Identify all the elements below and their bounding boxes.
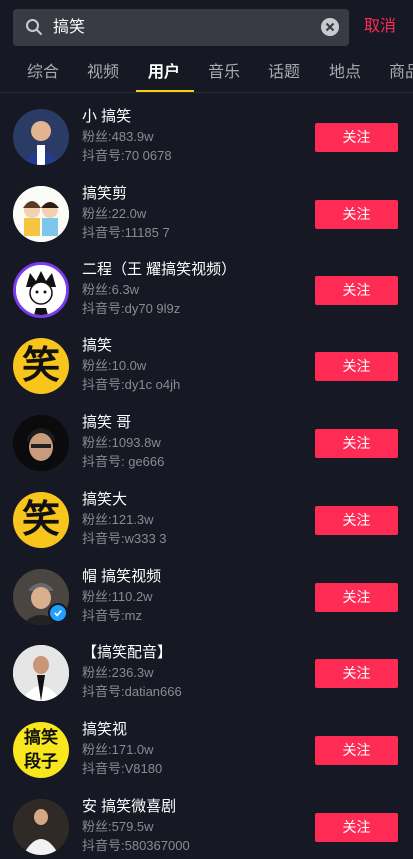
follow-button[interactable]: 关注 xyxy=(315,583,398,612)
user-douyin-id: 抖音号:V8180 xyxy=(82,761,163,776)
avatar-image xyxy=(16,265,66,315)
user-name: 搞笑 哥 xyxy=(82,414,132,431)
user-douyin-id: 抖音号:datian666 xyxy=(82,684,182,699)
tab-products[interactable]: 商品 xyxy=(389,63,413,83)
user-douyin-id: 抖音号:dy1c o4jh xyxy=(82,377,181,392)
category-tabs: 综合 视频 用户 音乐 话题 地点 商品 xyxy=(0,55,413,93)
tab-places[interactable]: 地点 xyxy=(329,63,361,83)
user-row[interactable]: 二程（王 耀搞笑视频） 粉丝:6.3w 抖音号:dy70 9l9z 关注 xyxy=(0,246,413,322)
user-name: 二程（王 耀搞笑视频） xyxy=(82,261,237,278)
tab-topics[interactable]: 话题 xyxy=(268,63,300,83)
user-name: 搞笑视 xyxy=(82,721,128,738)
avatar-image xyxy=(13,109,69,165)
user-fans: 粉丝:110.2w xyxy=(82,589,153,604)
user-row[interactable]: 笑 搞笑大 粉丝:121.3w 抖音号:w333 3 关注 xyxy=(0,476,413,552)
user-fans: 粉丝:483.9w xyxy=(82,129,154,144)
avatar xyxy=(13,799,69,855)
avatar-image xyxy=(13,645,69,701)
user-fans: 粉丝:121.3w xyxy=(82,512,154,527)
user-row[interactable]: 小 搞笑 粉丝:483.9w 抖音号:70 0678 关注 xyxy=(0,93,413,169)
avatar-text: 笑 xyxy=(21,499,60,541)
user-row[interactable]: 搞笑 段子 搞笑视 粉丝:171.0w 抖音号:V8180 关注 xyxy=(0,706,413,782)
user-douyin-id: 抖音号:mz xyxy=(82,608,142,623)
user-name: 帽 搞笑视频 xyxy=(82,568,162,585)
user-name: 搞笑剪 xyxy=(82,185,128,202)
avatar xyxy=(13,109,69,165)
user-douyin-id: 抖音号:w333 3 xyxy=(82,531,167,546)
avatar xyxy=(13,262,69,318)
user-douyin-id: 抖音号:dy70 9l9z xyxy=(82,301,181,316)
clear-icon[interactable] xyxy=(321,18,339,36)
follow-button[interactable]: 关注 xyxy=(315,123,398,152)
avatar-image xyxy=(13,415,69,471)
follow-button[interactable]: 关注 xyxy=(315,659,398,688)
avatar: 搞笑 段子 xyxy=(13,722,69,778)
user-douyin-id: 抖音号: ge666 xyxy=(82,454,165,469)
avatar-text-line1: 搞笑 xyxy=(24,728,58,747)
user-row[interactable]: 帽 搞笑视频 粉丝:110.2w 抖音号:mz 关注 xyxy=(0,553,413,629)
cancel-button[interactable]: 取消 xyxy=(364,17,396,37)
user-fans: 粉丝:236.3w xyxy=(82,665,154,680)
user-fans: 粉丝:10.0w xyxy=(82,358,147,373)
search-icon xyxy=(26,19,42,35)
user-douyin-id: 抖音号:11185 7 xyxy=(82,225,170,240)
avatar-text: 搞笑 段子 xyxy=(13,722,69,778)
avatar-text: 笑 xyxy=(21,345,60,387)
user-fans: 粉丝:22.0w xyxy=(82,206,147,221)
follow-button[interactable]: 关注 xyxy=(315,506,398,535)
user-row[interactable]: 笑 搞笑 粉丝:10.0w 抖音号:dy1c o4jh 关注 xyxy=(0,322,413,398)
avatar: 笑 xyxy=(13,492,69,548)
follow-button[interactable]: 关注 xyxy=(315,352,398,381)
follow-button[interactable]: 关注 xyxy=(315,736,398,765)
search-bar[interactable]: 搞笑 xyxy=(13,9,349,46)
avatar-image xyxy=(13,186,69,242)
user-douyin-id: 抖音号:70 0678 xyxy=(82,148,172,163)
follow-button[interactable]: 关注 xyxy=(315,276,398,305)
user-fans: 粉丝:579.5w xyxy=(82,819,154,834)
verified-badge-icon xyxy=(48,603,68,623)
tab-comprehensive[interactable]: 综合 xyxy=(27,63,59,83)
avatar-image xyxy=(13,799,69,855)
avatar: 笑 xyxy=(13,338,69,394)
user-fans: 粉丝:171.0w xyxy=(82,742,154,757)
user-row[interactable]: 搞笑 哥 粉丝:1093.8w 抖音号: ge666 关注 xyxy=(0,399,413,475)
user-name: 搞笑 xyxy=(82,337,113,354)
user-row[interactable]: 搞笑剪 粉丝:22.0w 抖音号:11185 7 关注 xyxy=(0,170,413,246)
user-douyin-id: 抖音号:580367000 xyxy=(82,838,190,853)
user-name: 搞笑大 xyxy=(82,491,128,508)
tab-videos[interactable]: 视频 xyxy=(87,63,119,83)
tab-users[interactable]: 用户 xyxy=(148,63,180,83)
user-fans: 粉丝:1093.8w xyxy=(82,435,161,450)
user-name: 安 搞笑微喜剧 xyxy=(82,798,177,815)
avatar-text-line2: 段子 xyxy=(24,752,58,771)
user-fans: 粉丝:6.3w xyxy=(82,282,140,297)
tab-music[interactable]: 音乐 xyxy=(208,63,240,83)
user-name: 【搞笑配音】 xyxy=(82,644,173,661)
avatar xyxy=(13,415,69,471)
user-name: 小 搞笑 xyxy=(82,108,132,125)
search-input[interactable]: 搞笑 xyxy=(53,18,85,38)
avatar xyxy=(13,645,69,701)
user-row[interactable]: 【搞笑配音】 粉丝:236.3w 抖音号:datian666 关注 xyxy=(0,629,413,705)
follow-button[interactable]: 关注 xyxy=(315,429,398,458)
avatar xyxy=(13,186,69,242)
follow-button[interactable]: 关注 xyxy=(315,200,398,229)
follow-button[interactable]: 关注 xyxy=(315,813,398,842)
